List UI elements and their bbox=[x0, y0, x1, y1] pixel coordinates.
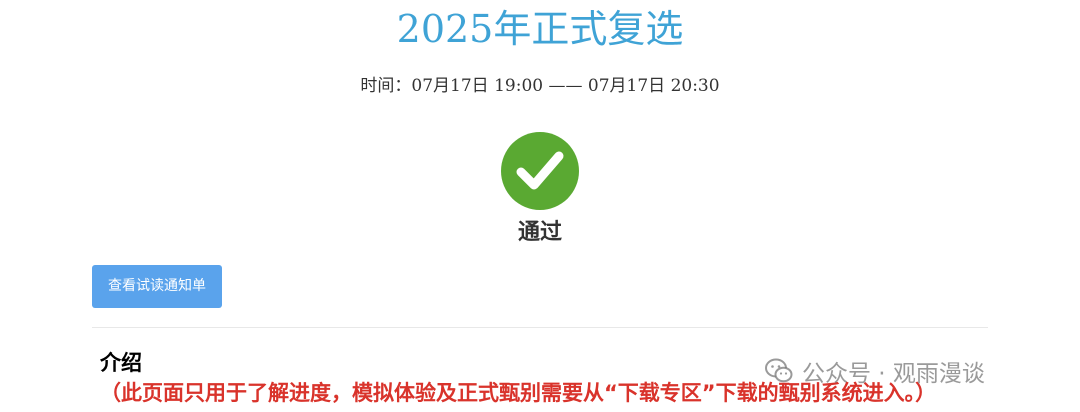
wechat-icon bbox=[765, 358, 793, 383]
time-separator: —— bbox=[548, 76, 583, 96]
time-range: 时间：07月17日 19:00 —— 07月17日 20:30 bbox=[0, 74, 1080, 98]
time-start: 07月17日 19:00 bbox=[411, 76, 544, 96]
time-label: 时间： bbox=[360, 76, 412, 96]
status-text: 通过 bbox=[517, 220, 562, 245]
time-end: 07月17日 20:30 bbox=[587, 76, 720, 96]
intro-heading: 介绍 bbox=[100, 351, 142, 375]
watermark-text: 公众号 · 观雨漫谈 bbox=[802, 361, 985, 387]
view-notice-button[interactable]: 查看试读通知单 bbox=[92, 265, 222, 308]
watermark: 公众号 · 观雨漫谈 bbox=[764, 355, 985, 387]
checkmark-icon bbox=[501, 132, 579, 210]
divider bbox=[92, 327, 988, 328]
page-title: 2025年正式复选 bbox=[396, 7, 684, 51]
